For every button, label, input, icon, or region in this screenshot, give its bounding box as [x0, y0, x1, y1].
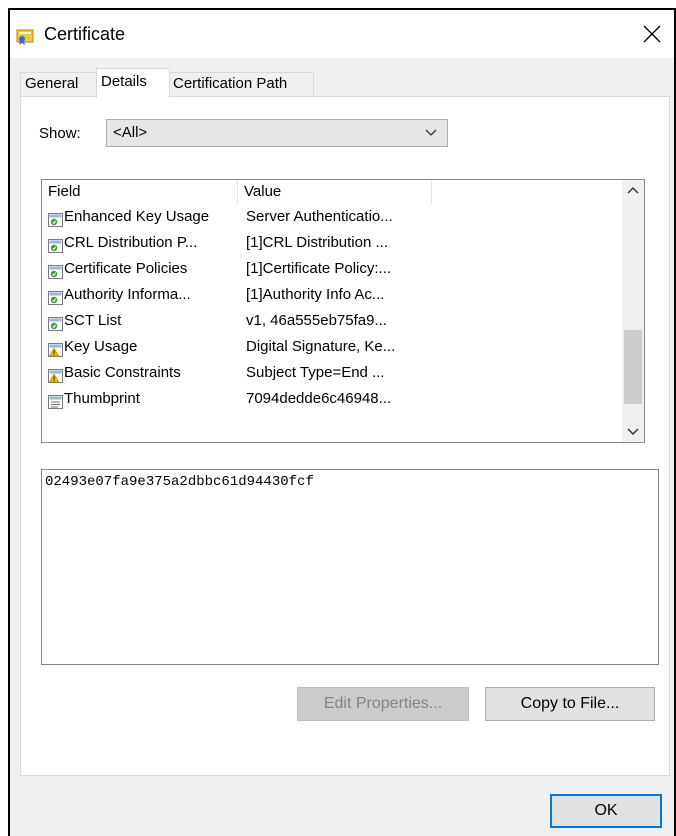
- chevron-up-icon: [627, 186, 639, 194]
- list-item-field: Thumbprint: [64, 390, 140, 407]
- list-item-value: Digital Signature, Ke...: [246, 338, 396, 355]
- scroll-up-button[interactable]: [622, 180, 644, 202]
- list-item-value: [1]Certificate Policy:...: [246, 260, 392, 277]
- details-panel: Show: <All> Field Value Enhanced Key Usa…: [20, 96, 670, 776]
- extension-icon: [48, 288, 63, 305]
- certificate-dialog: Certificate General Details Certificatio…: [8, 8, 676, 836]
- list-item[interactable]: SCT List v1, 46a555eb75fa9...: [42, 308, 622, 334]
- show-dropdown[interactable]: <All>: [106, 119, 448, 147]
- list-item-field: SCT List: [64, 312, 122, 329]
- critical-extension-icon: [48, 366, 63, 383]
- column-header-value[interactable]: Value: [238, 180, 432, 204]
- list-item-value: [1]Authority Info Ac...: [246, 286, 385, 303]
- field-list[interactable]: Field Value Enhanced Key Usage Server Aut…: [41, 179, 645, 443]
- chevron-down-icon: [425, 129, 437, 136]
- list-header: Field Value: [42, 180, 622, 204]
- list-item[interactable]: Authority Informa... [1]Authority Info Ac…: [42, 282, 622, 308]
- copy-to-file-button[interactable]: Copy to File...: [485, 687, 655, 721]
- list-item[interactable]: Basic Constraints Subject Type=End ...: [42, 360, 622, 386]
- list-item-field: Authority Informa...: [64, 286, 191, 303]
- column-header-field[interactable]: Field: [42, 180, 238, 204]
- window-title: Certificate: [44, 24, 126, 44]
- list-item-value: v1, 46a555eb75fa9...: [246, 312, 387, 329]
- critical-extension-icon: [48, 340, 63, 357]
- tab-general[interactable]: General: [20, 72, 97, 96]
- extension-icon: [48, 262, 63, 279]
- extension-icon: [48, 314, 63, 331]
- edit-properties-button[interactable]: Edit Properties...: [297, 687, 469, 721]
- list-item[interactable]: Certificate Policies [1]Certificate Polic…: [42, 256, 622, 282]
- tab-strip: General Details Certification Path: [10, 68, 674, 98]
- extension-icon: [48, 236, 63, 253]
- chevron-down-icon: [627, 428, 639, 436]
- list-item-value: 7094dedde6c46948...: [246, 390, 392, 407]
- list-item-value: [1]CRL Distribution ...: [246, 234, 388, 251]
- property-icon: [48, 392, 63, 409]
- value-detail-text: 02493e07fa9e375a2dbbc61d94430fcf: [45, 474, 314, 490]
- value-detail-box[interactable]: 02493e07fa9e375a2dbbc61d94430fcf: [41, 469, 659, 665]
- list-item-field: CRL Distribution P...: [64, 234, 198, 251]
- close-button[interactable]: [632, 16, 672, 52]
- list-item[interactable]: Thumbprint 7094dedde6c46948...: [42, 386, 622, 412]
- list-rows: Enhanced Key Usage Server Authenticatio..…: [42, 204, 622, 412]
- close-icon: [643, 25, 661, 43]
- ok-button[interactable]: OK: [550, 794, 662, 828]
- list-item-value: Server Authenticatio...: [246, 208, 393, 225]
- list-item[interactable]: Key Usage Digital Signature, Ke...: [42, 334, 622, 360]
- vertical-scrollbar[interactable]: [622, 180, 644, 442]
- list-item-field: Certificate Policies: [64, 260, 188, 277]
- show-dropdown-value: <All>: [113, 124, 148, 141]
- list-item-field: Basic Constraints: [64, 364, 181, 381]
- list-item[interactable]: Enhanced Key Usage Server Authenticatio..…: [42, 204, 622, 230]
- list-item-value: Subject Type=End ...: [246, 364, 385, 381]
- list-item[interactable]: CRL Distribution P... [1]CRL Distribution…: [42, 230, 622, 256]
- extension-icon: [48, 210, 63, 227]
- show-label: Show:: [39, 125, 81, 142]
- list-item-field: Enhanced Key Usage: [64, 208, 210, 225]
- list-item-field: Key Usage: [64, 338, 138, 355]
- title-bar: Certificate: [10, 10, 674, 58]
- tab-details[interactable]: Details: [96, 68, 170, 98]
- scroll-thumb[interactable]: [624, 330, 642, 404]
- tab-certification-path[interactable]: Certification Path: [168, 72, 314, 96]
- scroll-down-button[interactable]: [622, 420, 644, 442]
- certificate-icon: [16, 29, 34, 45]
